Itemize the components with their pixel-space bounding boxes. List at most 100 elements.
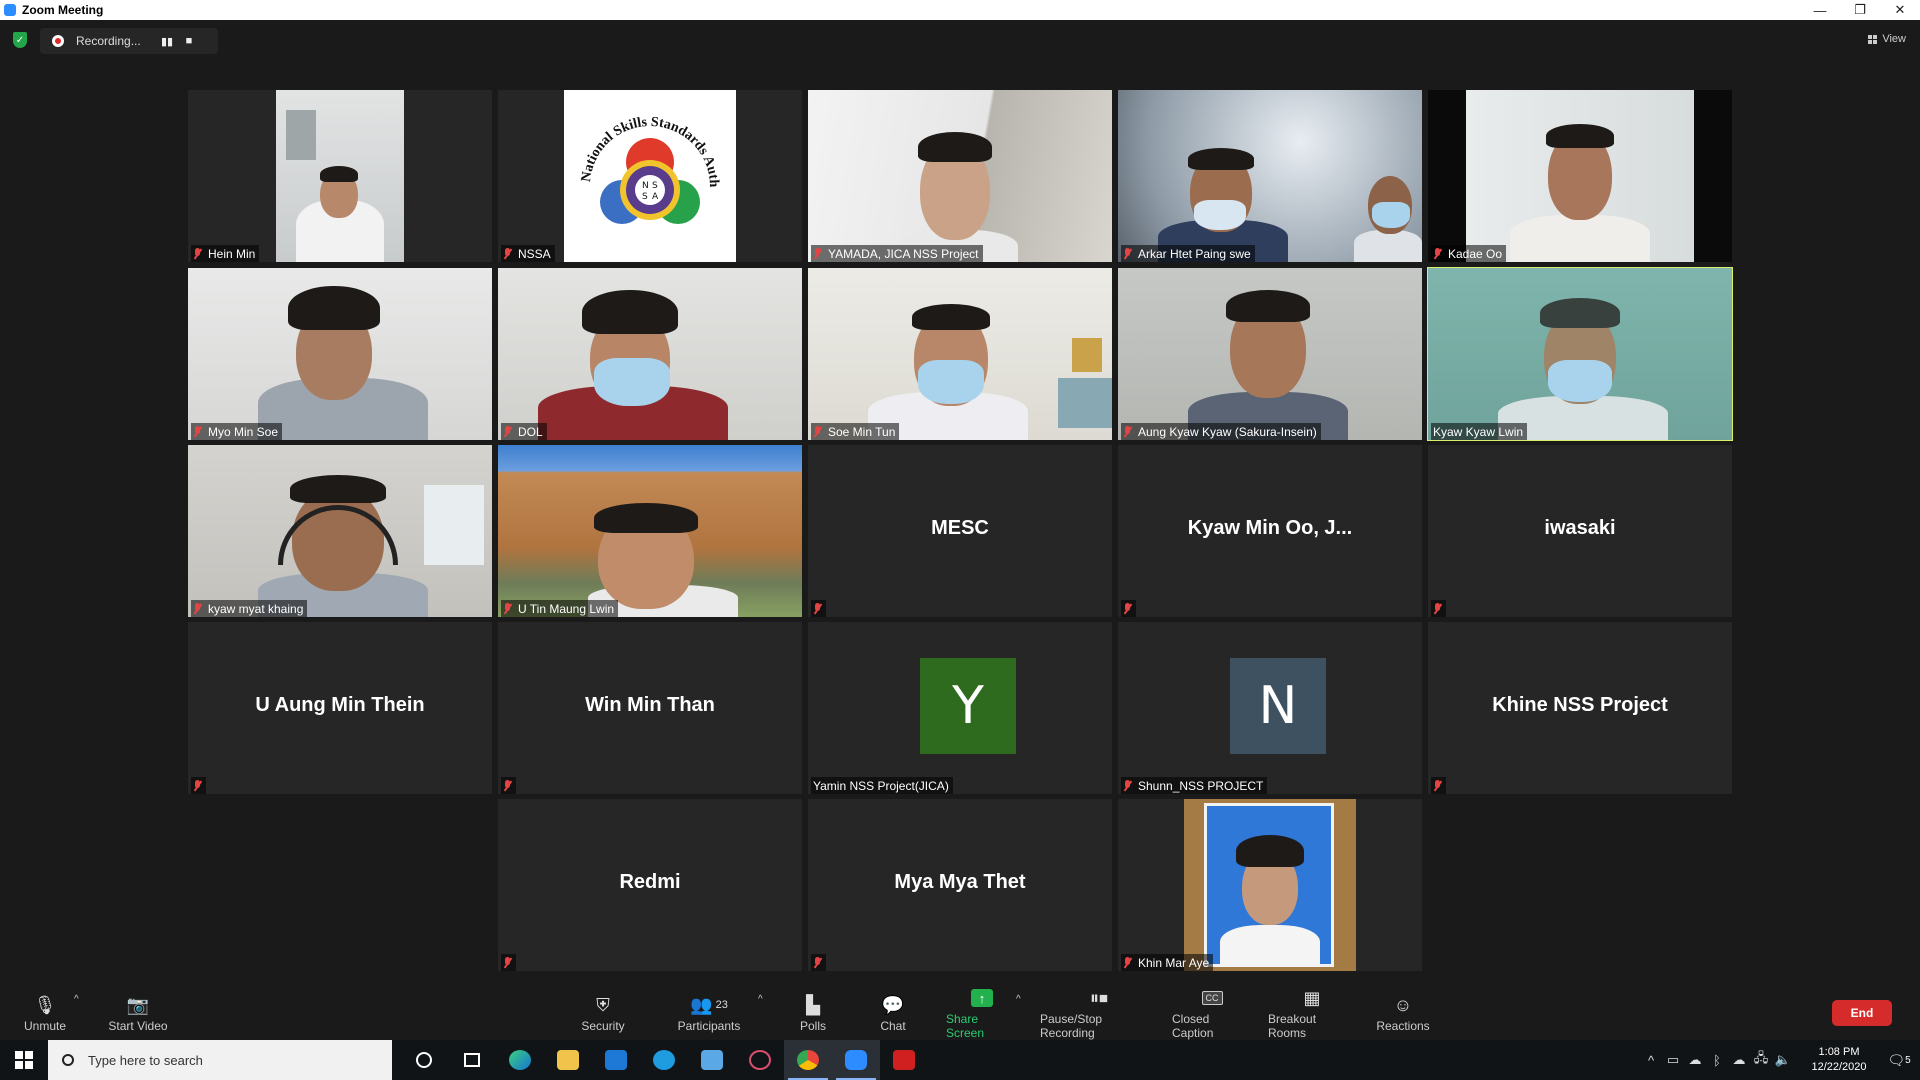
participant-name-label: Shunn_NSS PROJECT	[1121, 777, 1268, 794]
participant-tile[interactable]: MESC	[808, 445, 1112, 617]
action-center-button[interactable]: 🗨 5	[1878, 1052, 1920, 1069]
closed-caption-icon-text: CC	[1201, 991, 1223, 1005]
meet-icon[interactable]: ▭	[1662, 1052, 1684, 1068]
participant-tile[interactable]: N Shunn_NSS PROJECT	[1118, 622, 1422, 794]
participant-tile[interactable]: Mya Mya Thet	[808, 799, 1112, 971]
video-feed	[188, 268, 492, 440]
polls-label: Polls	[799, 1019, 826, 1033]
unmute-button[interactable]: 🎙 Unmute	[20, 986, 70, 1040]
participant-tile[interactable]: Arkar Htet Paing swe	[1118, 90, 1422, 262]
muted-mic-icon	[1433, 247, 1442, 260]
start-button[interactable]	[0, 1040, 48, 1080]
participant-name-label: Soe Min Tun	[811, 423, 900, 440]
end-meeting-button[interactable]: End	[1832, 1000, 1892, 1026]
participants-button[interactable]: 👥 23 Participants	[676, 986, 742, 1040]
video-off-icon: 📷	[126, 994, 150, 1015]
participant-tile[interactable]: Y Yamin NSS Project(JICA)	[808, 622, 1112, 794]
participants-caret-icon[interactable]: ^	[758, 994, 763, 1005]
participant-tile[interactable]: kyaw myat khaing	[188, 445, 492, 617]
participant-tile[interactable]: Khin Mar Aye	[1118, 799, 1422, 971]
polls-button[interactable]: ▙ Polls	[796, 986, 830, 1040]
participant-display-name: MESC	[931, 517, 989, 539]
mail-icon[interactable]	[592, 1040, 640, 1080]
pause-stop-recording-button[interactable]: ⏸⏹ Pause/Stop Recording	[1040, 986, 1158, 1041]
view-button[interactable]: View	[1868, 33, 1906, 45]
start-video-button[interactable]: 📷 Start Video	[104, 986, 172, 1040]
participant-tile[interactable]: Aung Kyaw Kyaw (Sakura-Insein)	[1118, 268, 1422, 440]
chrome-icon[interactable]	[784, 1040, 832, 1080]
share-screen-button[interactable]: ↑ Share Screen	[946, 986, 1018, 1040]
participant-tile[interactable]: Win Min Than	[498, 622, 802, 794]
muted-mic-icon	[193, 247, 202, 260]
participant-tile[interactable]: DOL	[498, 268, 802, 440]
muted-mic-icon	[1123, 247, 1132, 260]
breakout-rooms-label: Breakout Rooms	[1268, 1012, 1317, 1040]
security-button[interactable]: ⛨ Security	[578, 986, 628, 1040]
participant-tile[interactable]: U Tin Maung Lwin	[498, 445, 802, 617]
participant-tile[interactable]: National Skills Standards Authority N S …	[498, 90, 802, 262]
snipping-icon[interactable]	[736, 1040, 784, 1080]
cloud-sync-icon[interactable]: ☁	[1728, 1052, 1750, 1068]
participant-tile[interactable]: YAMADA, JICA NSS Project	[808, 90, 1112, 262]
audio-options-caret-icon[interactable]: ^	[74, 994, 79, 1005]
network-icon[interactable]: 🖧	[1750, 1049, 1772, 1071]
encryption-shield-icon[interactable]: ✓	[13, 32, 27, 48]
onedrive-icon[interactable]	[688, 1040, 736, 1080]
clock-time: 1:08 PM	[1818, 1046, 1860, 1058]
file-explorer-icon[interactable]	[544, 1040, 592, 1080]
muted-mic-icon	[1123, 425, 1132, 438]
taskbar-search-input[interactable]: Type here to search	[48, 1040, 392, 1080]
volume-icon[interactable]: 🔈	[1772, 1052, 1794, 1068]
muted-mic-icon	[193, 602, 202, 615]
participant-name-label: Myo Min Soe	[191, 423, 283, 440]
participant-tile[interactable]: Hein Min	[188, 90, 492, 262]
task-view-icon[interactable]	[448, 1040, 496, 1080]
onedrive-tray-icon[interactable]: ☁	[1684, 1052, 1706, 1068]
browser-icon[interactable]	[640, 1040, 688, 1080]
minimize-icon[interactable]: —	[1800, 0, 1840, 20]
participant-name-label: Khin Mar Aye	[1121, 954, 1214, 971]
svg-text:S: S	[642, 192, 648, 202]
cortana-icon[interactable]	[400, 1040, 448, 1080]
participant-tile-active-speaker[interactable]: Kyaw Kyaw Lwin	[1427, 267, 1733, 441]
participant-tile[interactable]: Kyaw Min Oo, J...	[1118, 445, 1422, 617]
notification-count: 5	[1905, 1054, 1911, 1066]
participant-name: YAMADA, JICA NSS Project	[828, 246, 979, 261]
participant-tile[interactable]: iwasaki	[1428, 445, 1732, 617]
chat-button[interactable]: 💬 Chat	[878, 986, 908, 1040]
restore-icon[interactable]: ❐	[1840, 0, 1880, 20]
breakout-rooms-button[interactable]: ▦ Breakout Rooms	[1268, 986, 1356, 1041]
participant-tile[interactable]: Redmi	[498, 799, 802, 971]
edge-icon[interactable]	[496, 1040, 544, 1080]
stop-icon[interactable]: ■	[178, 35, 200, 47]
nssa-logo: National Skills Standards Authority N S …	[561, 90, 736, 262]
participant-tile[interactable]: Khine NSS Project	[1428, 622, 1732, 794]
participant-name: U Tin Maung Lwin	[518, 601, 615, 616]
closed-caption-label: Closed Caption	[1172, 1012, 1214, 1040]
close-icon[interactable]: ✕	[1880, 0, 1920, 20]
muted-mic-icon	[503, 602, 512, 615]
participant-display-name: Win Min Than	[585, 694, 715, 716]
taskbar-clock[interactable]: 1:08 PM 12/22/2020	[1800, 1045, 1878, 1075]
participant-name-label	[811, 600, 826, 617]
muted-mic-icon	[503, 956, 512, 969]
participant-name-label: YAMADA, JICA NSS Project	[811, 245, 983, 262]
participant-name-label	[1121, 600, 1136, 617]
participant-tile[interactable]: Kadae Oo	[1428, 90, 1732, 262]
participant-name-label: Yamin NSS Project(JICA)	[811, 777, 953, 794]
participant-tile[interactable]: U Aung Min Thein	[188, 622, 492, 794]
participant-tile[interactable]: Myo Min Soe	[188, 268, 492, 440]
participant-display-name: Khine NSS Project	[1492, 694, 1668, 716]
reactions-button[interactable]: ☺ Reactions	[1376, 986, 1430, 1040]
muted-mic-icon	[1433, 779, 1442, 792]
zoom-icon[interactable]	[832, 1040, 880, 1080]
acrobat-icon[interactable]	[880, 1040, 928, 1080]
nssa-logo-graphic: National Skills Standards Authority N S …	[561, 90, 721, 224]
pause-icon[interactable]: ▮▮	[156, 35, 178, 48]
bluetooth-icon[interactable]: ᛒ	[1706, 1053, 1728, 1068]
closed-caption-button[interactable]: CC Closed Caption	[1172, 986, 1252, 1040]
participant-tile[interactable]: Soe Min Tun	[808, 268, 1112, 440]
share-caret-icon[interactable]: ^	[1016, 994, 1021, 1005]
search-placeholder: Type here to search	[88, 1052, 203, 1068]
show-hidden-icons-icon[interactable]: ^	[1640, 1053, 1662, 1068]
